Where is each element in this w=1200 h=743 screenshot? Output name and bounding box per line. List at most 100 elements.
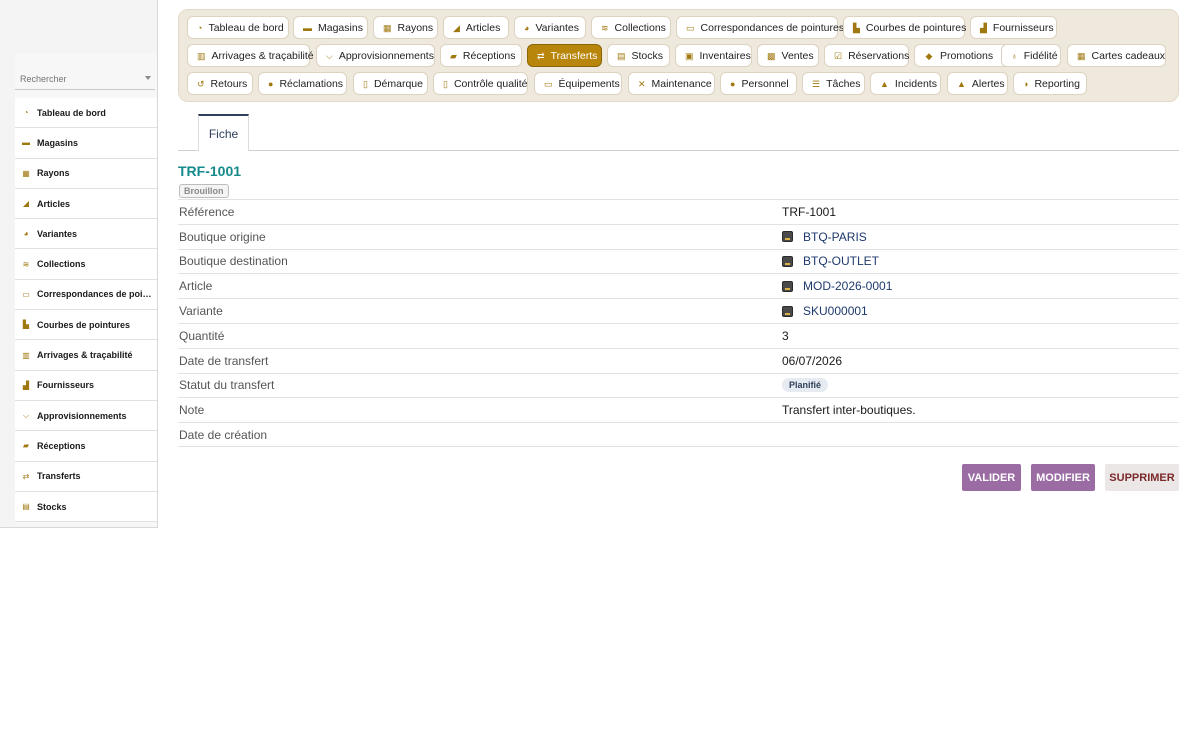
- sidebar-item[interactable]: ◕ Variantes: [15, 219, 157, 250]
- dashboard-icon: ◔: [197, 22, 203, 33]
- field-label: Boutique origine: [179, 229, 266, 244]
- nav-chip[interactable]: ≋ Collections: [591, 16, 671, 39]
- nav-chip[interactable]: ⌵ Approvisionnements: [316, 44, 435, 67]
- field-row: Quantité 3: [178, 322, 1179, 348]
- nav-chip[interactable]: ▤ Stocks: [607, 44, 670, 67]
- sidebar-item[interactable]: ▙ Courbes de pointures: [15, 310, 157, 341]
- field-label: Variante: [179, 304, 223, 319]
- sidebar-item[interactable]: ▥ Arrivages & traçabilité: [15, 340, 157, 371]
- sidebar-menu: ◔ Tableau de bord ▬ Magasins ▦ Rayons ◢ Article…: [15, 98, 157, 523]
- sidebar-item-label: Courbes de pointures: [37, 319, 131, 330]
- validate-button[interactable]: VALIDER: [962, 464, 1021, 491]
- nav-chip-label: Tâches: [826, 77, 861, 90]
- search-input[interactable]: [15, 68, 135, 90]
- field-value: 3: [782, 328, 789, 343]
- field-value[interactable]: BTQ-OUTLET: [782, 254, 879, 268]
- nav-chip-label: Réceptions: [462, 49, 516, 62]
- factory-icon: ▟: [980, 22, 987, 33]
- link-text[interactable]: BTQ-OUTLET: [803, 254, 879, 268]
- nav-chip[interactable]: ▯ Contrôle qualité: [433, 72, 528, 95]
- sidebar-search[interactable]: [15, 68, 155, 90]
- nav-chip[interactable]: ▰ Réceptions: [440, 44, 522, 67]
- nav-chip[interactable]: ▙ Courbes de pointures: [843, 16, 967, 39]
- delete-button[interactable]: SUPPRIMER: [1105, 464, 1179, 491]
- nav-chip[interactable]: ☰ Tâches: [802, 72, 865, 95]
- sidebar-item[interactable]: ◢ Articles: [15, 188, 157, 220]
- nav-chip[interactable]: ▲ Alertes: [947, 72, 1008, 95]
- nav-chip[interactable]: ◢ Articles: [443, 16, 509, 39]
- sidebar-item[interactable]: ▦ Rayons: [15, 158, 157, 189]
- field-value[interactable]: SKU000001: [782, 304, 868, 318]
- nav-chip-label: Réclamations: [279, 77, 344, 90]
- sidebar-item-label: Stocks: [37, 501, 67, 512]
- nav-chip[interactable]: ▩ Ventes: [757, 44, 819, 67]
- nav-chip[interactable]: ▭ Correspondances de pointures: [676, 16, 844, 39]
- field-value[interactable]: MOD-2026-0001: [782, 279, 892, 293]
- store-link-icon[interactable]: [782, 231, 793, 243]
- link-text[interactable]: MOD-2026-0001: [803, 279, 892, 293]
- sidebar-item[interactable]: ▟ Fournisseurs: [15, 370, 157, 401]
- sidebar-item[interactable]: ◔ Tableau de bord: [15, 98, 157, 129]
- nav-chip-label: Alertes: [971, 77, 1005, 90]
- nav-chip[interactable]: ● Réclamations: [258, 72, 347, 95]
- nav-chip[interactable]: ▦ Rayons: [373, 16, 438, 39]
- nav-chip[interactable]: ↺ Retours: [187, 72, 253, 95]
- nav-chip[interactable]: ◔ Tableau de bord: [187, 16, 289, 39]
- nav-chip[interactable]: ♁ Fidélité: [1001, 44, 1061, 67]
- nav-chip[interactable]: ☑ Réservations: [824, 44, 909, 67]
- nav-chip[interactable]: ▦ Cartes cadeaux: [1067, 44, 1166, 67]
- sidebar-item[interactable]: ▤ Stocks: [15, 491, 157, 523]
- sidebar-item[interactable]: ⇄ Transferts: [15, 461, 157, 492]
- nav-chip[interactable]: ▥ Arrivages & traçabilité: [187, 44, 314, 67]
- store-link-icon[interactable]: [782, 305, 793, 317]
- barcode-icon: ▥: [22, 350, 30, 360]
- layers-icon: ≋: [601, 22, 609, 33]
- field-value: 06/07/2026: [782, 353, 843, 368]
- field-label: Date de transfert: [179, 353, 269, 368]
- tag-icon: ◆: [925, 50, 933, 61]
- nav-chip-label: Ventes: [781, 49, 814, 62]
- edit-button[interactable]: MODIFIER: [1031, 464, 1095, 491]
- nav-chip[interactable]: ▭ Équipements: [534, 72, 622, 95]
- sidebar-panel: ◔ Tableau de bord ▬ Magasins ▦ Rayons ◢ Article…: [15, 53, 157, 527]
- sidebar-item-label: Variantes: [37, 228, 78, 239]
- sidebar-item[interactable]: ≋ Collections: [15, 249, 157, 280]
- field-value[interactable]: BTQ-PARIS: [782, 230, 867, 244]
- store-link-icon[interactable]: [782, 280, 793, 292]
- nav-chip-label: Courbes de pointures: [865, 21, 967, 34]
- sidebar-item[interactable]: ▬ Magasins: [15, 128, 157, 159]
- field-row: Article MOD-2026-0001: [178, 273, 1179, 298]
- nav-chip[interactable]: ▯ Démarque: [353, 72, 428, 95]
- nav-chip-label: Fournisseurs: [992, 21, 1054, 34]
- nav-chip[interactable]: ◆ Promotions: [914, 44, 1010, 67]
- sidebar-item[interactable]: ⌵ Approvisionnements: [15, 400, 157, 432]
- record-fields: Référence TRF-1001 Boutique origine BTQ-PAR…: [178, 199, 1179, 447]
- tab-fiche[interactable]: Fiche: [198, 114, 249, 151]
- comment-icon: ●: [268, 78, 274, 89]
- nav-chip[interactable]: ⇄ Transferts: [527, 44, 602, 67]
- trash-icon: ▯: [363, 78, 368, 89]
- field-value: Planifié: [782, 378, 829, 393]
- field-label: Quantité: [179, 328, 225, 343]
- truck-icon: ▰: [22, 441, 30, 451]
- transfer-icon: ⇄: [22, 471, 30, 481]
- nav-chip[interactable]: ▲ Incidents: [870, 72, 941, 95]
- chevron-down-icon[interactable]: [145, 76, 151, 80]
- sidebar-item[interactable]: ▭ Correspondances de pointures: [15, 279, 157, 311]
- nav-chip[interactable]: ▣ Inventaires: [675, 44, 752, 67]
- sidebar-item[interactable]: ▰ Réceptions: [15, 431, 157, 462]
- nav-chip[interactable]: ▬ Magasins: [293, 16, 368, 39]
- link-text[interactable]: SKU000001: [803, 304, 868, 318]
- nav-chip[interactable]: ● Personnel: [720, 72, 797, 95]
- monitor-icon: ▭: [544, 78, 553, 89]
- nav-chip[interactable]: ◑ Reporting: [1013, 72, 1087, 95]
- nav-chip[interactable]: ◕ Variantes: [514, 16, 586, 39]
- link-text[interactable]: BTQ-PARIS: [803, 230, 867, 244]
- nav-chip[interactable]: ▟ Fournisseurs: [970, 16, 1057, 39]
- nav-chip[interactable]: ✕ Maintenance: [628, 72, 715, 95]
- barcode-icon: ▥: [197, 50, 206, 61]
- sidebar-item-label: Correspondances de pointures: [37, 289, 155, 300]
- grid-icon: ▦: [383, 22, 392, 33]
- store-link-icon[interactable]: [782, 255, 793, 267]
- nav-chip-label: Tableau de bord: [208, 21, 284, 34]
